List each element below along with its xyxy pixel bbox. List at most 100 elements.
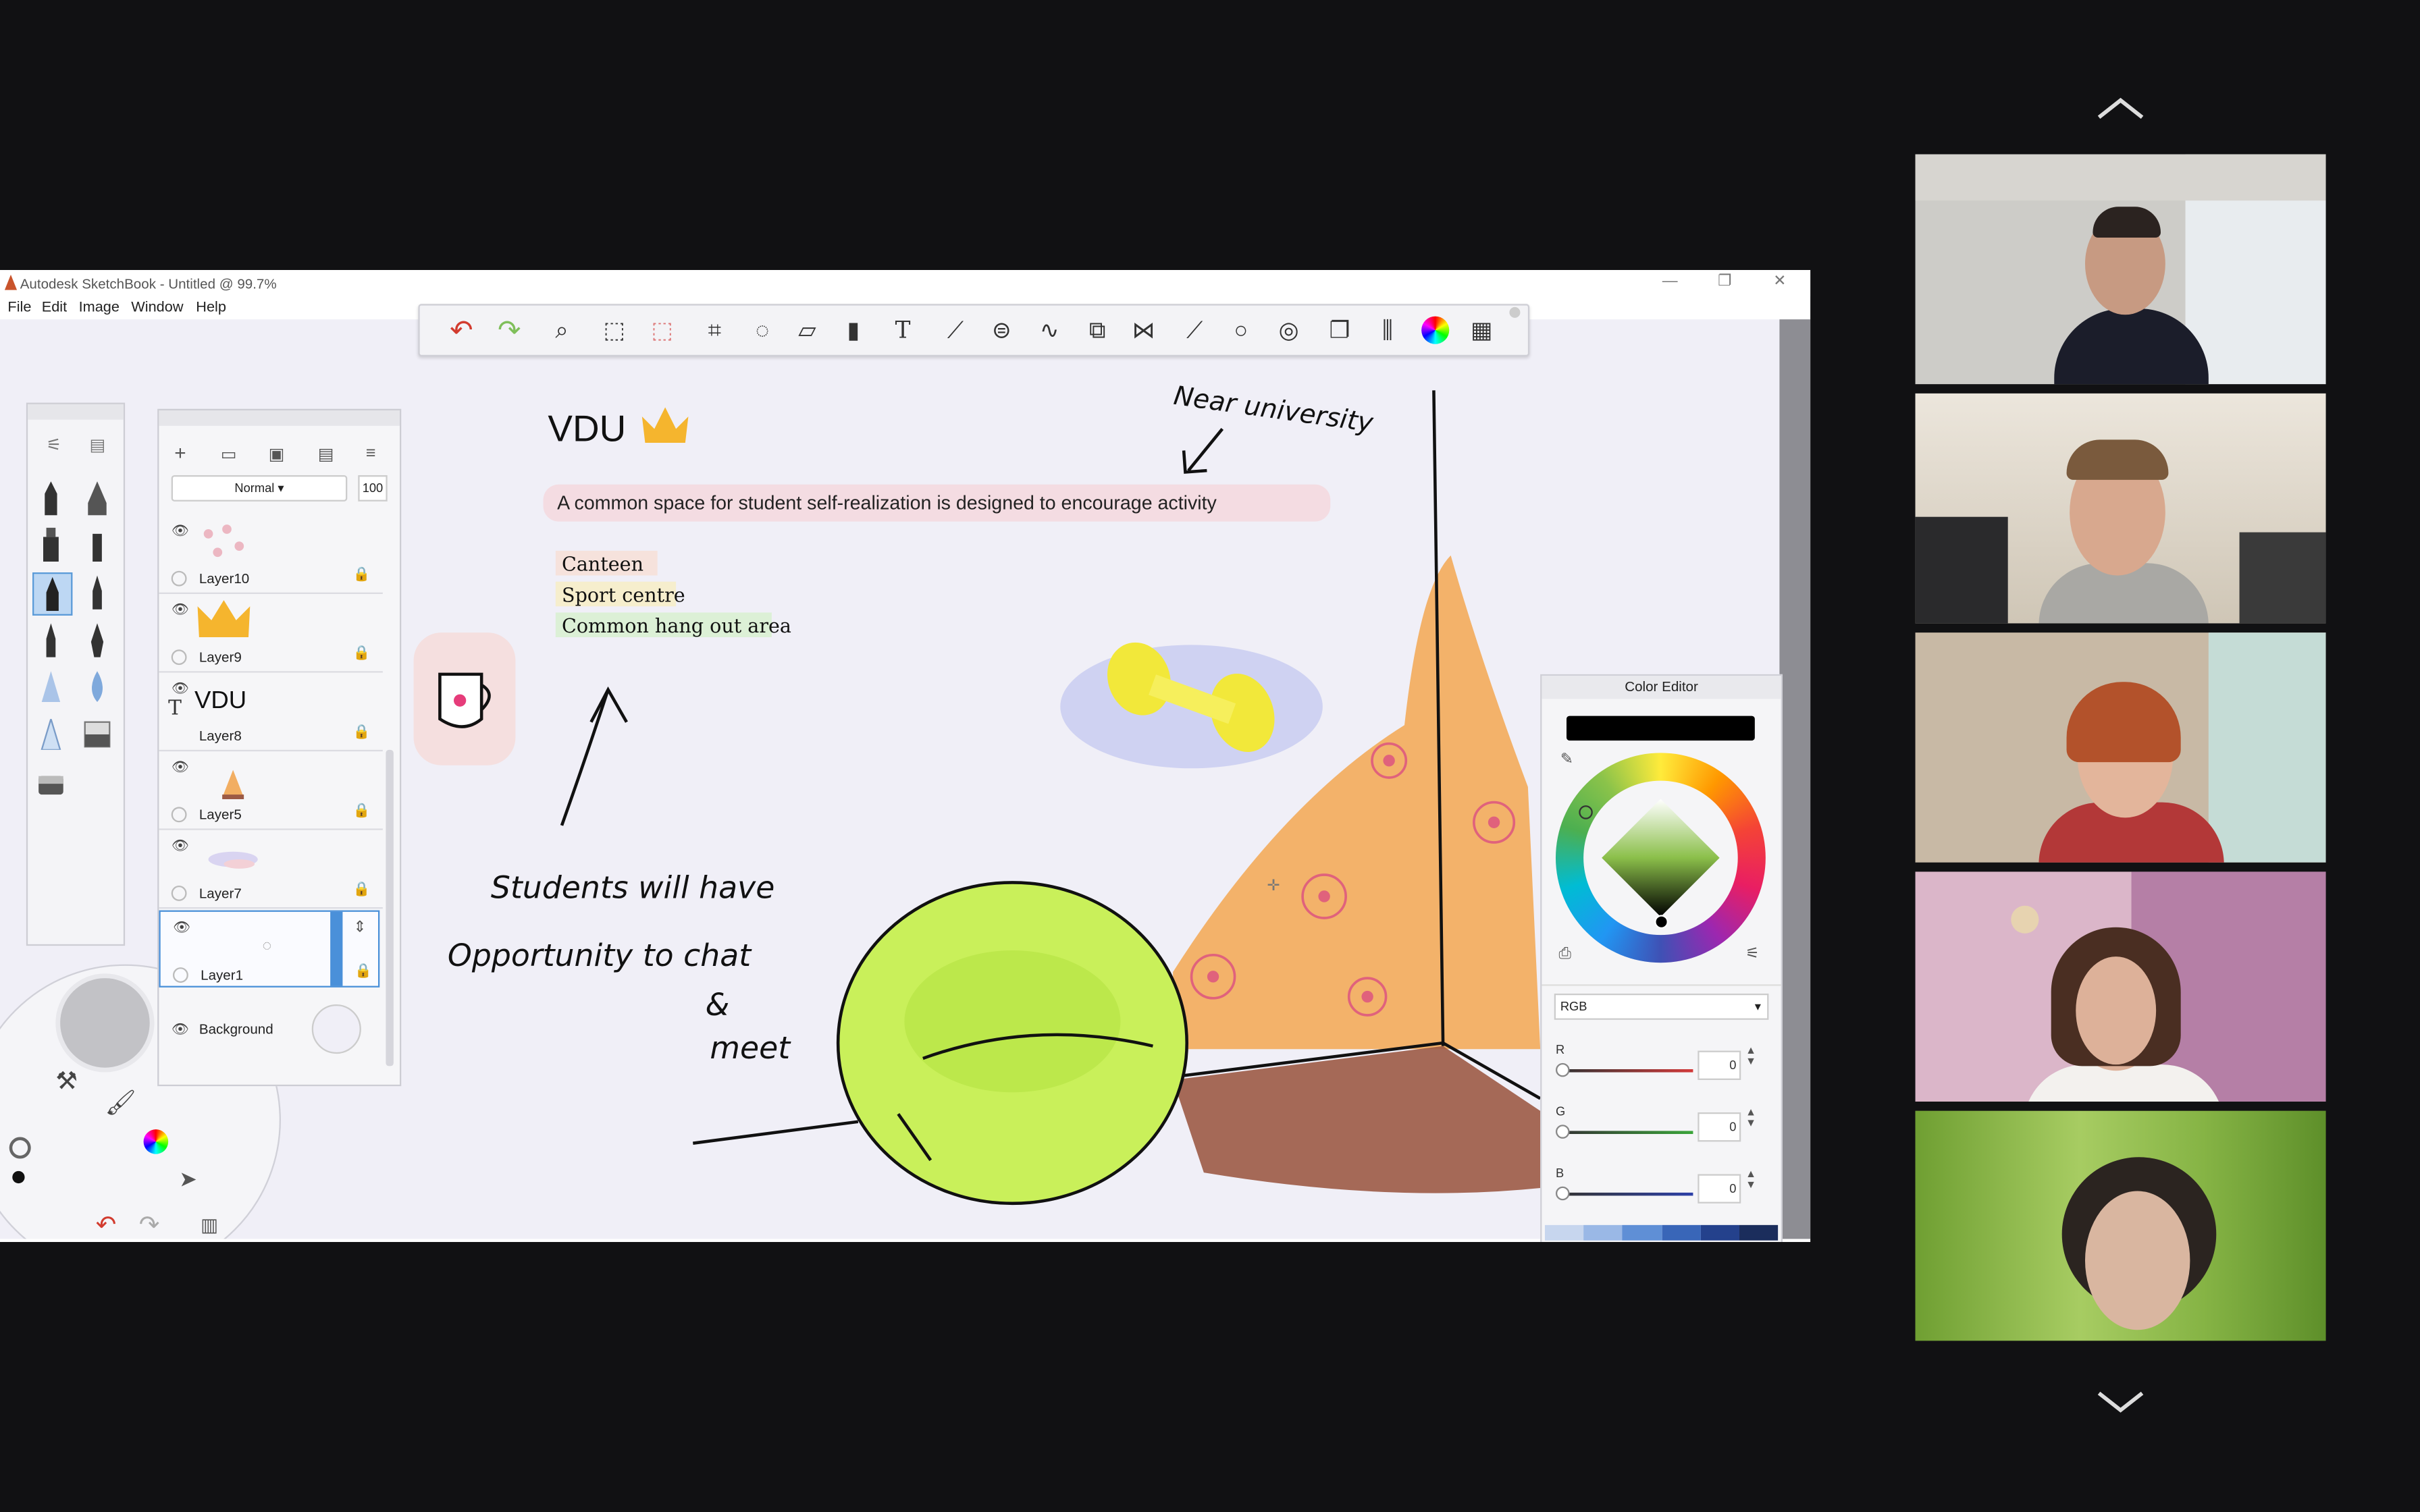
menu-edit[interactable]: Edit	[42, 299, 67, 316]
video-tile-1[interactable]	[1915, 154, 2326, 385]
layer-select-dot[interactable]	[171, 885, 187, 901]
green-value-field[interactable]: 0	[1698, 1112, 1741, 1142]
add-group-icon[interactable]: ▭	[221, 444, 237, 464]
close-button[interactable]: ✕	[1773, 273, 1786, 290]
ellipse-guide-icon[interactable]: ⊜	[984, 313, 1018, 347]
copy-layers-icon[interactable]: ❐	[1323, 313, 1357, 347]
pencil-brush-icon[interactable]	[32, 479, 70, 518]
lock-icon[interactable]: 🔒	[353, 724, 371, 740]
red-slider-thumb[interactable]	[1555, 1062, 1570, 1077]
menu-window[interactable]: Window	[131, 299, 183, 316]
lock-icon[interactable]: 🔒	[353, 645, 371, 662]
menu-image[interactable]: Image	[79, 299, 120, 316]
stroke-icon[interactable]: ⟋	[1178, 313, 1211, 347]
opacity-field[interactable]: 100	[358, 475, 388, 502]
blue-slider-thumb[interactable]	[1555, 1186, 1570, 1201]
background-color-swatch[interactable]	[311, 1004, 361, 1054]
color-mode-select[interactable]: RGB ▾	[1554, 993, 1769, 1020]
color-settings-icon[interactable]: ⚟	[1745, 946, 1760, 963]
visibility-icon[interactable]: 👁	[172, 601, 189, 618]
airbrush-icon[interactable]	[79, 479, 116, 518]
color-swatch[interactable]	[1544, 1224, 1584, 1241]
visibility-icon[interactable]: 👁	[172, 759, 189, 776]
visibility-icon[interactable]: 👁	[172, 523, 189, 540]
ink-pen-icon[interactable]	[79, 572, 116, 612]
ruler-icon[interactable]: ⟋	[939, 313, 972, 347]
video-tile-4[interactable]	[1915, 871, 2326, 1102]
scroll-down-chevron-icon[interactable]	[2096, 1388, 2145, 1413]
undo-icon[interactable]: ↶	[444, 313, 478, 347]
hue-picker[interactable]	[1579, 805, 1593, 819]
reorder-icon[interactable]: ⇕	[353, 919, 366, 936]
eraser-block-icon[interactable]	[79, 714, 116, 754]
color-swatch[interactable]	[1623, 1224, 1662, 1241]
distort-icon[interactable]: ▱	[790, 313, 824, 347]
layer-select-dot[interactable]	[172, 967, 188, 983]
layers-scrollbar[interactable]	[386, 749, 394, 1066]
video-tile-3[interactable]	[1915, 632, 2326, 863]
color-swatch[interactable]	[1583, 1224, 1623, 1241]
palette-icon[interactable]: ▦	[1465, 313, 1498, 347]
transform-select-icon[interactable]: ⬚	[645, 313, 679, 347]
brush-icon[interactable]: 🖌	[105, 1087, 136, 1118]
color-wheel-icon[interactable]	[1419, 313, 1452, 347]
red-value-field[interactable]: 0	[1698, 1050, 1741, 1080]
layer-select-dot[interactable]	[171, 807, 187, 823]
blue-stepper[interactable]: ▲ ▼	[1745, 1170, 1756, 1191]
video-tile-2[interactable]	[1915, 393, 2326, 624]
blue-value-field[interactable]: 0	[1698, 1174, 1741, 1204]
layer-row[interactable]: 👁 T VDU Layer8 🔒	[159, 673, 383, 752]
lasso-icon[interactable]: ◌	[745, 313, 779, 347]
visibility-icon[interactable]: 👁	[172, 838, 189, 855]
fineliner-icon[interactable]	[32, 620, 70, 660]
copy-icon[interactable]: ▥	[201, 1214, 218, 1236]
red-slider[interactable]	[1563, 1069, 1693, 1073]
select-icon[interactable]: ⬚	[598, 313, 631, 347]
green-stepper[interactable]: ▲ ▼	[1745, 1108, 1756, 1129]
text-icon[interactable]: T	[886, 313, 920, 347]
layer-row[interactable]: 👁 Layer9 🔒	[159, 594, 383, 673]
green-slider-thumb[interactable]	[1555, 1125, 1570, 1139]
crop-icon[interactable]: ⌗	[698, 313, 731, 347]
drop-brush-icon[interactable]	[79, 666, 116, 706]
marker-icon[interactable]	[32, 524, 70, 564]
fill-icon[interactable]: ▮	[837, 313, 870, 347]
symmetry-icon[interactable]: ⋈	[1127, 313, 1161, 347]
brush-settings-icon[interactable]: ⚟	[47, 435, 62, 455]
blend-mode-select[interactable]: Normal ▾	[171, 475, 348, 502]
layer-row[interactable]: 👁 Layer10 🔒	[159, 515, 383, 594]
pen-brush-icon[interactable]	[32, 572, 73, 616]
lagoon-undo-icon[interactable]: ↶	[96, 1210, 117, 1239]
menu-file[interactable]: File	[7, 299, 31, 316]
merge-layer-icon[interactable]: ▤	[318, 444, 334, 464]
minimize-button[interactable]: —	[1662, 273, 1678, 290]
layer-select-dot[interactable]	[171, 649, 187, 666]
color-wheel-icon[interactable]	[143, 1129, 169, 1154]
restore-button[interactable]: ❐	[1718, 273, 1732, 290]
lock-icon[interactable]: 🔒	[353, 803, 371, 819]
lagoon-redo-icon[interactable]: ↷	[139, 1210, 160, 1239]
green-slider[interactable]	[1563, 1131, 1693, 1134]
visibility-icon[interactable]: 👁	[172, 680, 189, 697]
print-icon[interactable]: ⎙	[1559, 946, 1571, 963]
brush-puck[interactable]	[55, 973, 155, 1073]
brush-size-icon[interactable]	[9, 1137, 31, 1159]
scroll-up-chevron-icon[interactable]	[2096, 96, 2145, 121]
lock-icon[interactable]: 🔒	[353, 881, 371, 898]
eyedropper-icon[interactable]: ✎	[1560, 751, 1573, 768]
add-image-icon[interactable]: ▣	[269, 444, 285, 464]
lock-icon[interactable]: 🔒	[354, 963, 372, 979]
visibility-icon[interactable]: 👁	[173, 919, 190, 936]
brush-library-icon[interactable]: ▤	[90, 435, 106, 455]
blue-slider[interactable]	[1563, 1192, 1693, 1196]
french-curve-icon[interactable]: ∿	[1032, 313, 1066, 347]
zoom-icon[interactable]: ⌕	[545, 313, 579, 347]
select-arrow-icon[interactable]: ➤	[179, 1166, 197, 1193]
visibility-icon[interactable]: 👁	[172, 1021, 189, 1038]
toolbar-close-icon[interactable]	[1509, 306, 1521, 318]
background-layer-row[interactable]: 👁 Background	[159, 990, 382, 1064]
layer-select-dot[interactable]	[171, 570, 187, 587]
chisel-icon[interactable]	[79, 524, 116, 564]
tools-icon[interactable]: ⚒	[55, 1066, 78, 1097]
cone-brush-icon[interactable]	[32, 666, 70, 706]
